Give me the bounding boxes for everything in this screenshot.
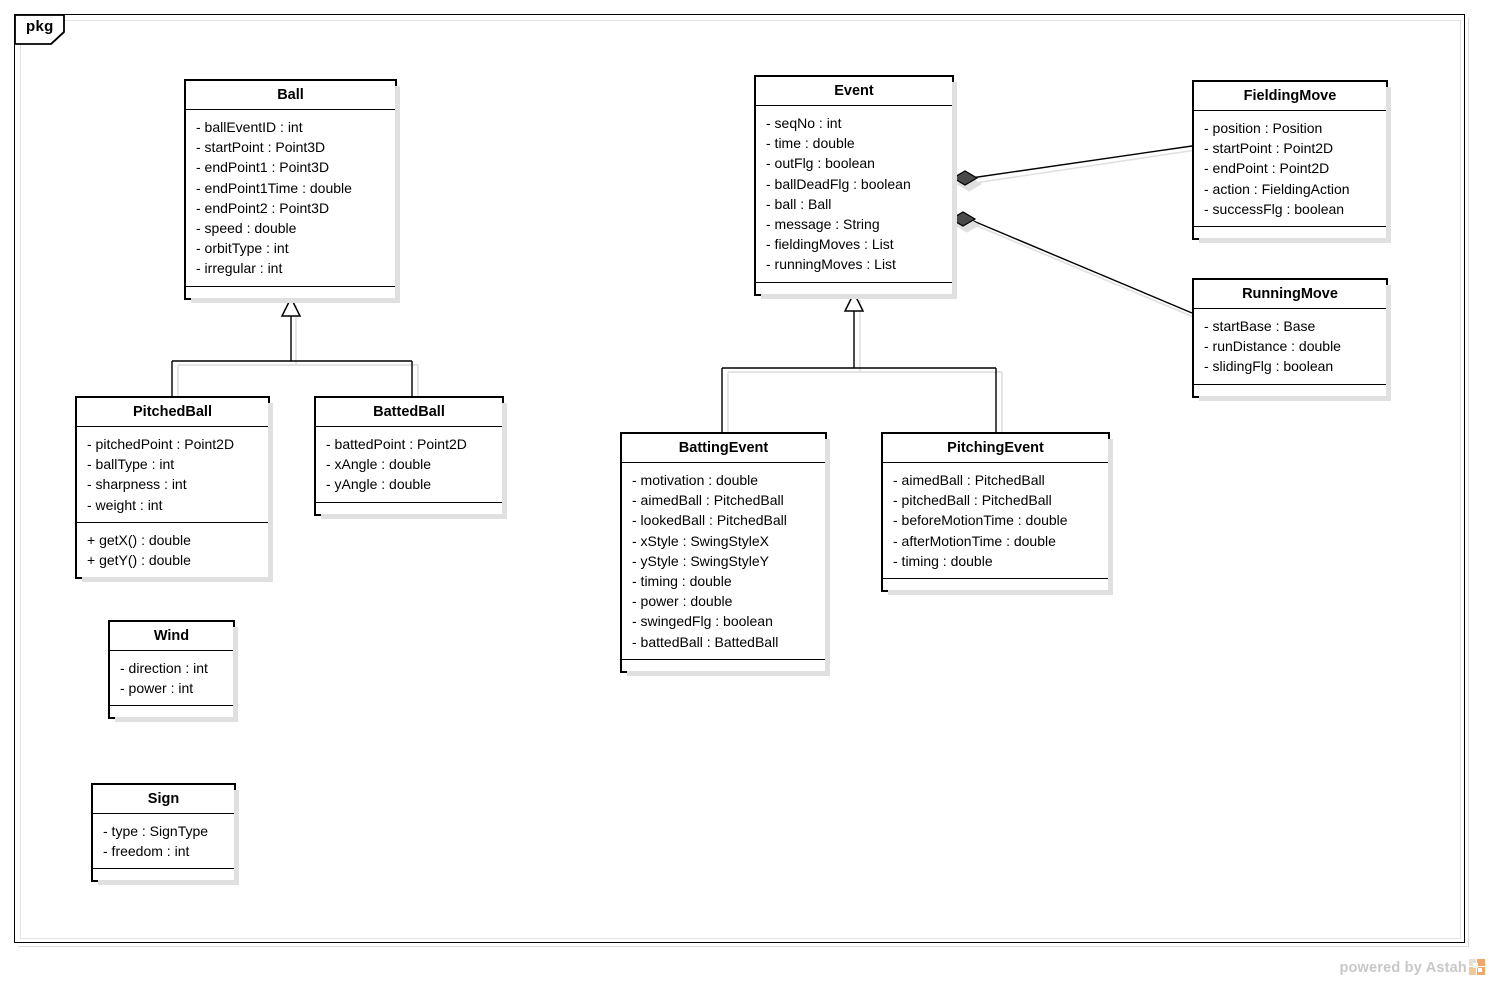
operations-sign bbox=[93, 868, 234, 881]
class-box-sign[interactable]: Sign - type : SignType - freedom : int bbox=[91, 783, 239, 886]
attribute: - endPoint1Time : double bbox=[196, 179, 352, 196]
attribute: - runDistance : double bbox=[1204, 338, 1341, 355]
class-box-event[interactable]: Event - seqNo : int - time : double - ou… bbox=[754, 75, 957, 299]
class-name-runningmove: RunningMove bbox=[1194, 280, 1386, 309]
operations-battedball bbox=[316, 501, 502, 514]
attribute: - startPoint : Point2D bbox=[1204, 140, 1334, 157]
operation: + getX() : double bbox=[87, 531, 191, 548]
attribute: - yStyle : SwingStyleY bbox=[632, 552, 769, 569]
attributes-battedball: - battedPoint : Point2D - xAngle : doubl… bbox=[316, 427, 502, 502]
operations-battingevent bbox=[622, 658, 825, 671]
attribute: - time : double bbox=[766, 135, 855, 152]
class-name-wind: Wind bbox=[110, 622, 233, 651]
class-name-fieldingmove: FieldingMove bbox=[1194, 82, 1386, 111]
class-name-battedball: BattedBall bbox=[316, 398, 502, 427]
class-box-pitchingevent[interactable]: PitchingEvent - aimedBall : PitchedBall … bbox=[881, 432, 1113, 596]
attribute: - pitchedPoint : Point2D bbox=[87, 436, 235, 452]
attribute: - yAngle : double bbox=[326, 476, 432, 493]
attribute: - aimedBall : PitchedBall bbox=[632, 492, 784, 509]
attribute: - startBase : Base bbox=[1204, 318, 1316, 334]
attribute: - ballDeadFlg : boolean bbox=[766, 175, 911, 192]
class-name-pitchingevent: PitchingEvent bbox=[883, 434, 1108, 463]
attribute: - xStyle : SwingStyleX bbox=[632, 532, 769, 549]
attributes-pitchedball: - pitchedPoint : Point2D - ballType : in… bbox=[77, 427, 268, 522]
attribute: - swingedFlg : boolean bbox=[632, 613, 773, 630]
attribute: - timing : double bbox=[632, 573, 732, 590]
class-name-pitchedball: PitchedBall bbox=[77, 398, 268, 427]
attribute: - ballEventID : int bbox=[196, 119, 303, 135]
class-box-battedball[interactable]: BattedBall - battedPoint : Point2D - xAn… bbox=[314, 396, 507, 519]
attribute: - direction : int bbox=[120, 660, 208, 676]
attribute: - pitchedBall : PitchedBall bbox=[893, 492, 1052, 509]
class-box-ball[interactable]: Ball - ballEventID : int - startPoint : … bbox=[184, 79, 400, 303]
attribute: - orbitType : int bbox=[196, 240, 289, 257]
attribute: - weight : int bbox=[87, 496, 163, 513]
attributes-pitchingevent: - aimedBall : PitchedBall - pitchedBall … bbox=[883, 463, 1108, 579]
attribute: - ballType : int bbox=[87, 456, 175, 473]
watermark-label: powered by Astah bbox=[1339, 959, 1467, 976]
attribute: - message : String bbox=[766, 216, 880, 233]
operations-ball bbox=[186, 285, 395, 298]
class-box-battingevent[interactable]: BattingEvent - motivation : double - aim… bbox=[620, 432, 830, 676]
attribute: - timing : double bbox=[893, 552, 993, 569]
class-box-fieldingmove[interactable]: FieldingMove - position : Position - sta… bbox=[1192, 80, 1391, 244]
attribute: - startPoint : Point3D bbox=[196, 139, 326, 156]
operations-wind bbox=[110, 705, 233, 718]
attribute: - power : double bbox=[632, 593, 733, 610]
attributes-fieldingmove: - position : Position - startPoint : Poi… bbox=[1194, 111, 1386, 227]
attribute: - endPoint : Point2D bbox=[1204, 160, 1330, 177]
astah-watermark: powered by Astah bbox=[1339, 959, 1486, 976]
attributes-battingevent: - motivation : double - aimedBall : Pitc… bbox=[622, 463, 825, 659]
class-box-pitchedball[interactable]: PitchedBall - pitchedPoint : Point2D - b… bbox=[75, 396, 273, 583]
attributes-wind: - direction : int - power : int bbox=[110, 651, 233, 706]
attribute: - outFlg : boolean bbox=[766, 155, 875, 172]
diagram-canvas: pkg Ball - ballEventID: int - startPoin… bbox=[0, 0, 1498, 982]
class-name-sign: Sign bbox=[93, 785, 234, 814]
operations-event bbox=[756, 281, 952, 294]
attribute: - endPoint2 : Point3D bbox=[196, 199, 330, 216]
attribute: - type : SignType bbox=[103, 823, 209, 839]
attribute: - battedBall : BattedBall bbox=[632, 633, 779, 650]
class-box-runningmove[interactable]: RunningMove - startBase : Base - runDist… bbox=[1192, 278, 1391, 401]
attribute: - ball : Ball bbox=[766, 195, 832, 212]
package-label: pkg bbox=[26, 18, 54, 35]
attribute: - freedom : int bbox=[103, 843, 190, 860]
attribute: - beforeMotionTime : double bbox=[893, 512, 1068, 529]
operation: + getY() : double bbox=[87, 552, 191, 569]
operations-fieldingmove bbox=[1194, 226, 1386, 239]
operations-runningmove bbox=[1194, 383, 1386, 396]
attribute: - runningMoves : List bbox=[766, 256, 896, 273]
operations-pitchedball: + getX() : double + getY() : double bbox=[77, 521, 268, 578]
class-box-wind[interactable]: Wind - direction : int - power : int bbox=[108, 620, 238, 723]
attribute: - motivation : double bbox=[632, 472, 759, 488]
attributes-event: - seqNo : int - time : double - outFlg :… bbox=[756, 106, 952, 282]
operations-pitchingevent bbox=[883, 578, 1108, 591]
attribute: - aimedBall : PitchedBall bbox=[893, 472, 1045, 488]
attributes-sign: - type : SignType - freedom : int bbox=[93, 814, 234, 869]
attribute: - slidingFlg : boolean bbox=[1204, 358, 1334, 375]
attributes-ball: - ballEventID : int - startPoint : Point… bbox=[186, 110, 395, 286]
attribute: - irregular : int bbox=[196, 260, 283, 277]
astah-logo-icon bbox=[1469, 959, 1486, 976]
attribute: - successFlg : boolean bbox=[1204, 200, 1345, 217]
attribute: - afterMotionTime : double bbox=[893, 532, 1056, 549]
attribute: - endPoint1 : Point3D bbox=[196, 159, 330, 176]
attributes-runningmove: - startBase : Base - runDistance : doubl… bbox=[1194, 309, 1386, 384]
attribute: - power : int bbox=[120, 680, 194, 697]
attribute: - position : Position bbox=[1204, 120, 1323, 136]
class-name-event: Event bbox=[756, 77, 952, 106]
attribute: - speed : double bbox=[196, 220, 297, 237]
attribute: - sharpness : int bbox=[87, 476, 187, 493]
class-name-battingevent: BattingEvent bbox=[622, 434, 825, 463]
attribute: - battedPoint : Point2D bbox=[326, 436, 467, 452]
attribute: - xAngle : double bbox=[326, 456, 432, 473]
attribute: - lookedBall : PitchedBall bbox=[632, 512, 787, 529]
attribute: - seqNo : int bbox=[766, 115, 842, 131]
attribute: - action : FieldingAction bbox=[1204, 180, 1350, 197]
attribute: - fieldingMoves : List bbox=[766, 236, 894, 253]
class-name-ball: Ball bbox=[186, 81, 395, 110]
